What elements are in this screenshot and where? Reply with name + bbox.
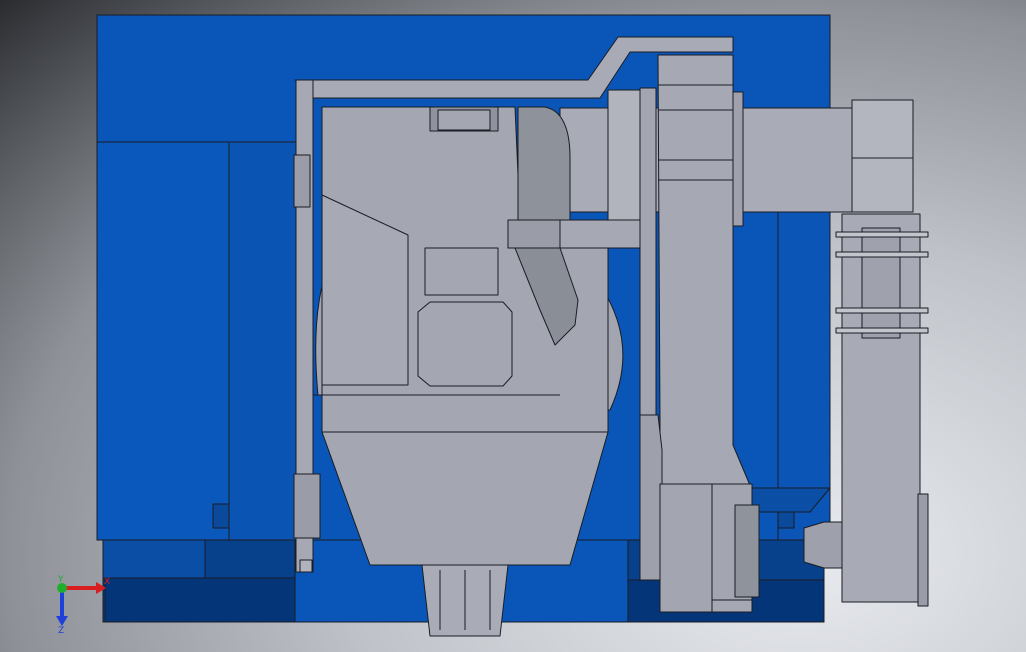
motor-stand-foot (917, 493, 929, 607)
triad-z-label: Z (58, 626, 64, 636)
drive-arm-lower-joint[interactable] (659, 483, 713, 613)
tube-left-clamp-top (293, 154, 311, 208)
assembly-drawing: X Y Z (56, 14, 929, 637)
hopper-cone[interactable] (321, 431, 609, 566)
triad-z-arrow-icon (56, 616, 68, 626)
hopper-curved-cover[interactable] (517, 106, 571, 221)
triad-x-label: X (104, 577, 110, 587)
motor-housing[interactable] (851, 99, 914, 213)
drive-arm-bearing[interactable] (734, 504, 760, 598)
hopper-window-bottom (417, 301, 513, 387)
orientation-triad[interactable]: X Y Z (56, 575, 110, 636)
triad-y-label: Y (57, 575, 64, 585)
frame-bolt-left (212, 503, 230, 529)
frame-left-inner-panel[interactable] (228, 141, 298, 541)
cad-viewport[interactable]: X Y Z (0, 0, 1026, 652)
motor-coupling[interactable] (803, 521, 843, 569)
drive-arm-lower-bend (639, 414, 663, 581)
tube-left-clamp-bottom (293, 473, 321, 539)
hopper-window-top (424, 247, 499, 296)
motor-bracket[interactable] (861, 227, 901, 339)
frame-left-panel[interactable] (96, 141, 230, 541)
